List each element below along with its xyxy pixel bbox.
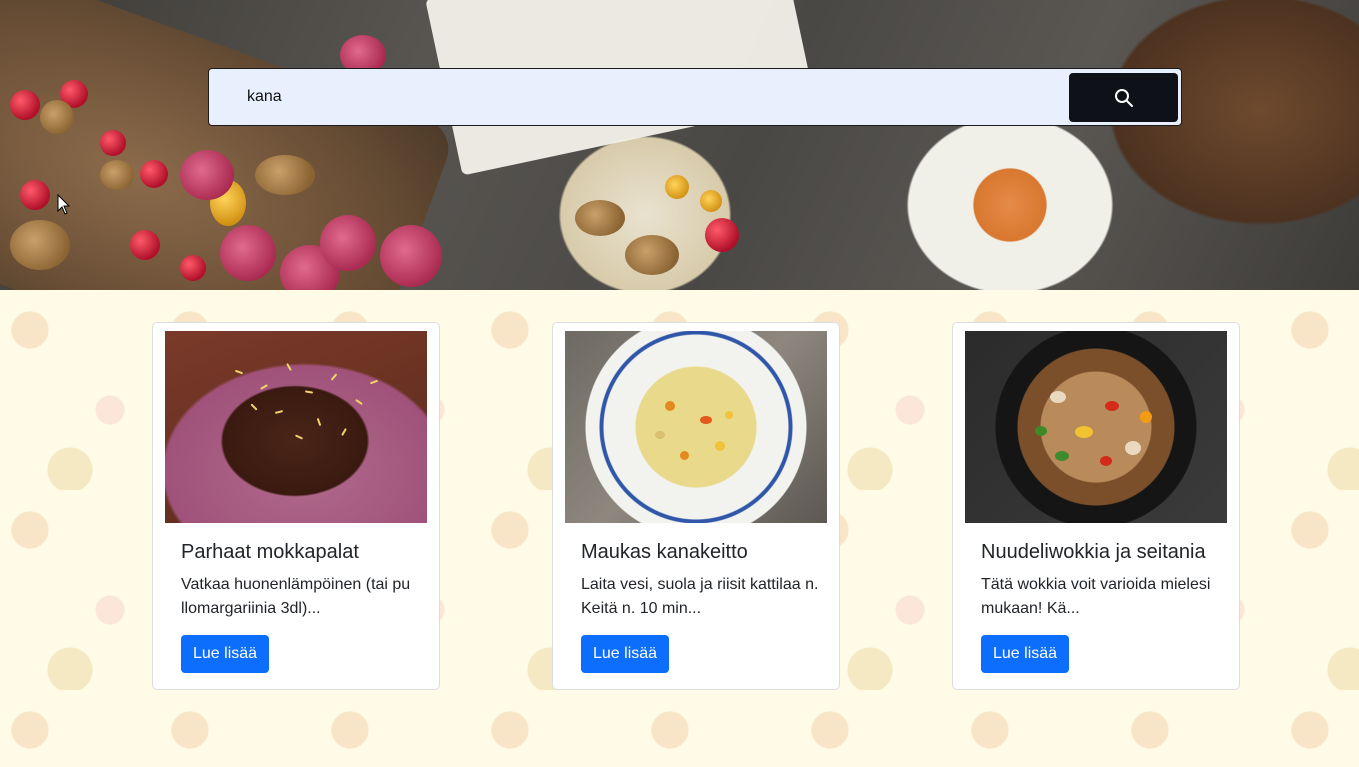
berry-decoration: [10, 90, 40, 120]
nut-decoration: [40, 100, 74, 134]
noodle-wok-image: [965, 331, 1227, 523]
walnut-decoration: [575, 200, 625, 236]
berry-decoration: [100, 130, 126, 156]
walnut-decoration: [625, 235, 679, 275]
nut-decoration: [255, 155, 315, 195]
berry-decoration: [180, 255, 206, 281]
hero-banner: [0, 0, 1359, 290]
raspberry-decoration: [380, 225, 442, 287]
chocolate-cake-image: [165, 331, 427, 523]
recipe-card: Maukas kanakeitto Laita vesi, suola ja r…: [552, 322, 840, 690]
mouse-cursor-icon: [57, 194, 71, 215]
search-icon: [1114, 88, 1133, 107]
berry-decoration: [140, 160, 168, 188]
recipe-description: Tätä wokkia voit varioida mielesi mukaan…: [981, 576, 1211, 617]
search-bar: [208, 68, 1182, 126]
recipe-section: Parhaat mokkapalat Vatkaa huonenlämpöine…: [0, 290, 1359, 767]
read-more-button[interactable]: Lue lisää: [981, 635, 1070, 673]
berry-decoration: [20, 180, 50, 210]
recipe-title: Parhaat mokkapalat: [181, 541, 359, 563]
cherry-decoration: [705, 218, 739, 252]
recipe-description: Laita vesi, suola ja riisit kattilaa n. …: [581, 576, 819, 617]
recipe-title: Nuudeliwokkia ja seitania: [981, 541, 1206, 563]
recipe-card: Parhaat mokkapalat Vatkaa huonenlämpöine…: [152, 322, 440, 690]
berry-decoration: [700, 190, 722, 212]
berry-decoration: [130, 230, 160, 260]
recipe-description: Vatkaa huonenlämpöinen (tai pu llomargar…: [181, 576, 411, 617]
berry-decoration: [665, 175, 689, 199]
raspberry-decoration: [180, 150, 234, 200]
search-input[interactable]: [209, 69, 1069, 125]
nut-decoration: [10, 220, 70, 270]
nut-decoration: [100, 160, 134, 190]
chicken-soup-image: [565, 331, 827, 523]
recipe-card: Nuudeliwokkia ja seitania Tätä wokkia vo…: [952, 322, 1240, 690]
raspberry-decoration: [320, 215, 376, 271]
read-more-button[interactable]: Lue lisää: [181, 635, 270, 673]
read-more-button[interactable]: Lue lisää: [581, 635, 670, 673]
search-button[interactable]: [1069, 73, 1178, 122]
raspberry-decoration: [220, 225, 276, 281]
recipe-title: Maukas kanakeitto: [581, 541, 748, 563]
